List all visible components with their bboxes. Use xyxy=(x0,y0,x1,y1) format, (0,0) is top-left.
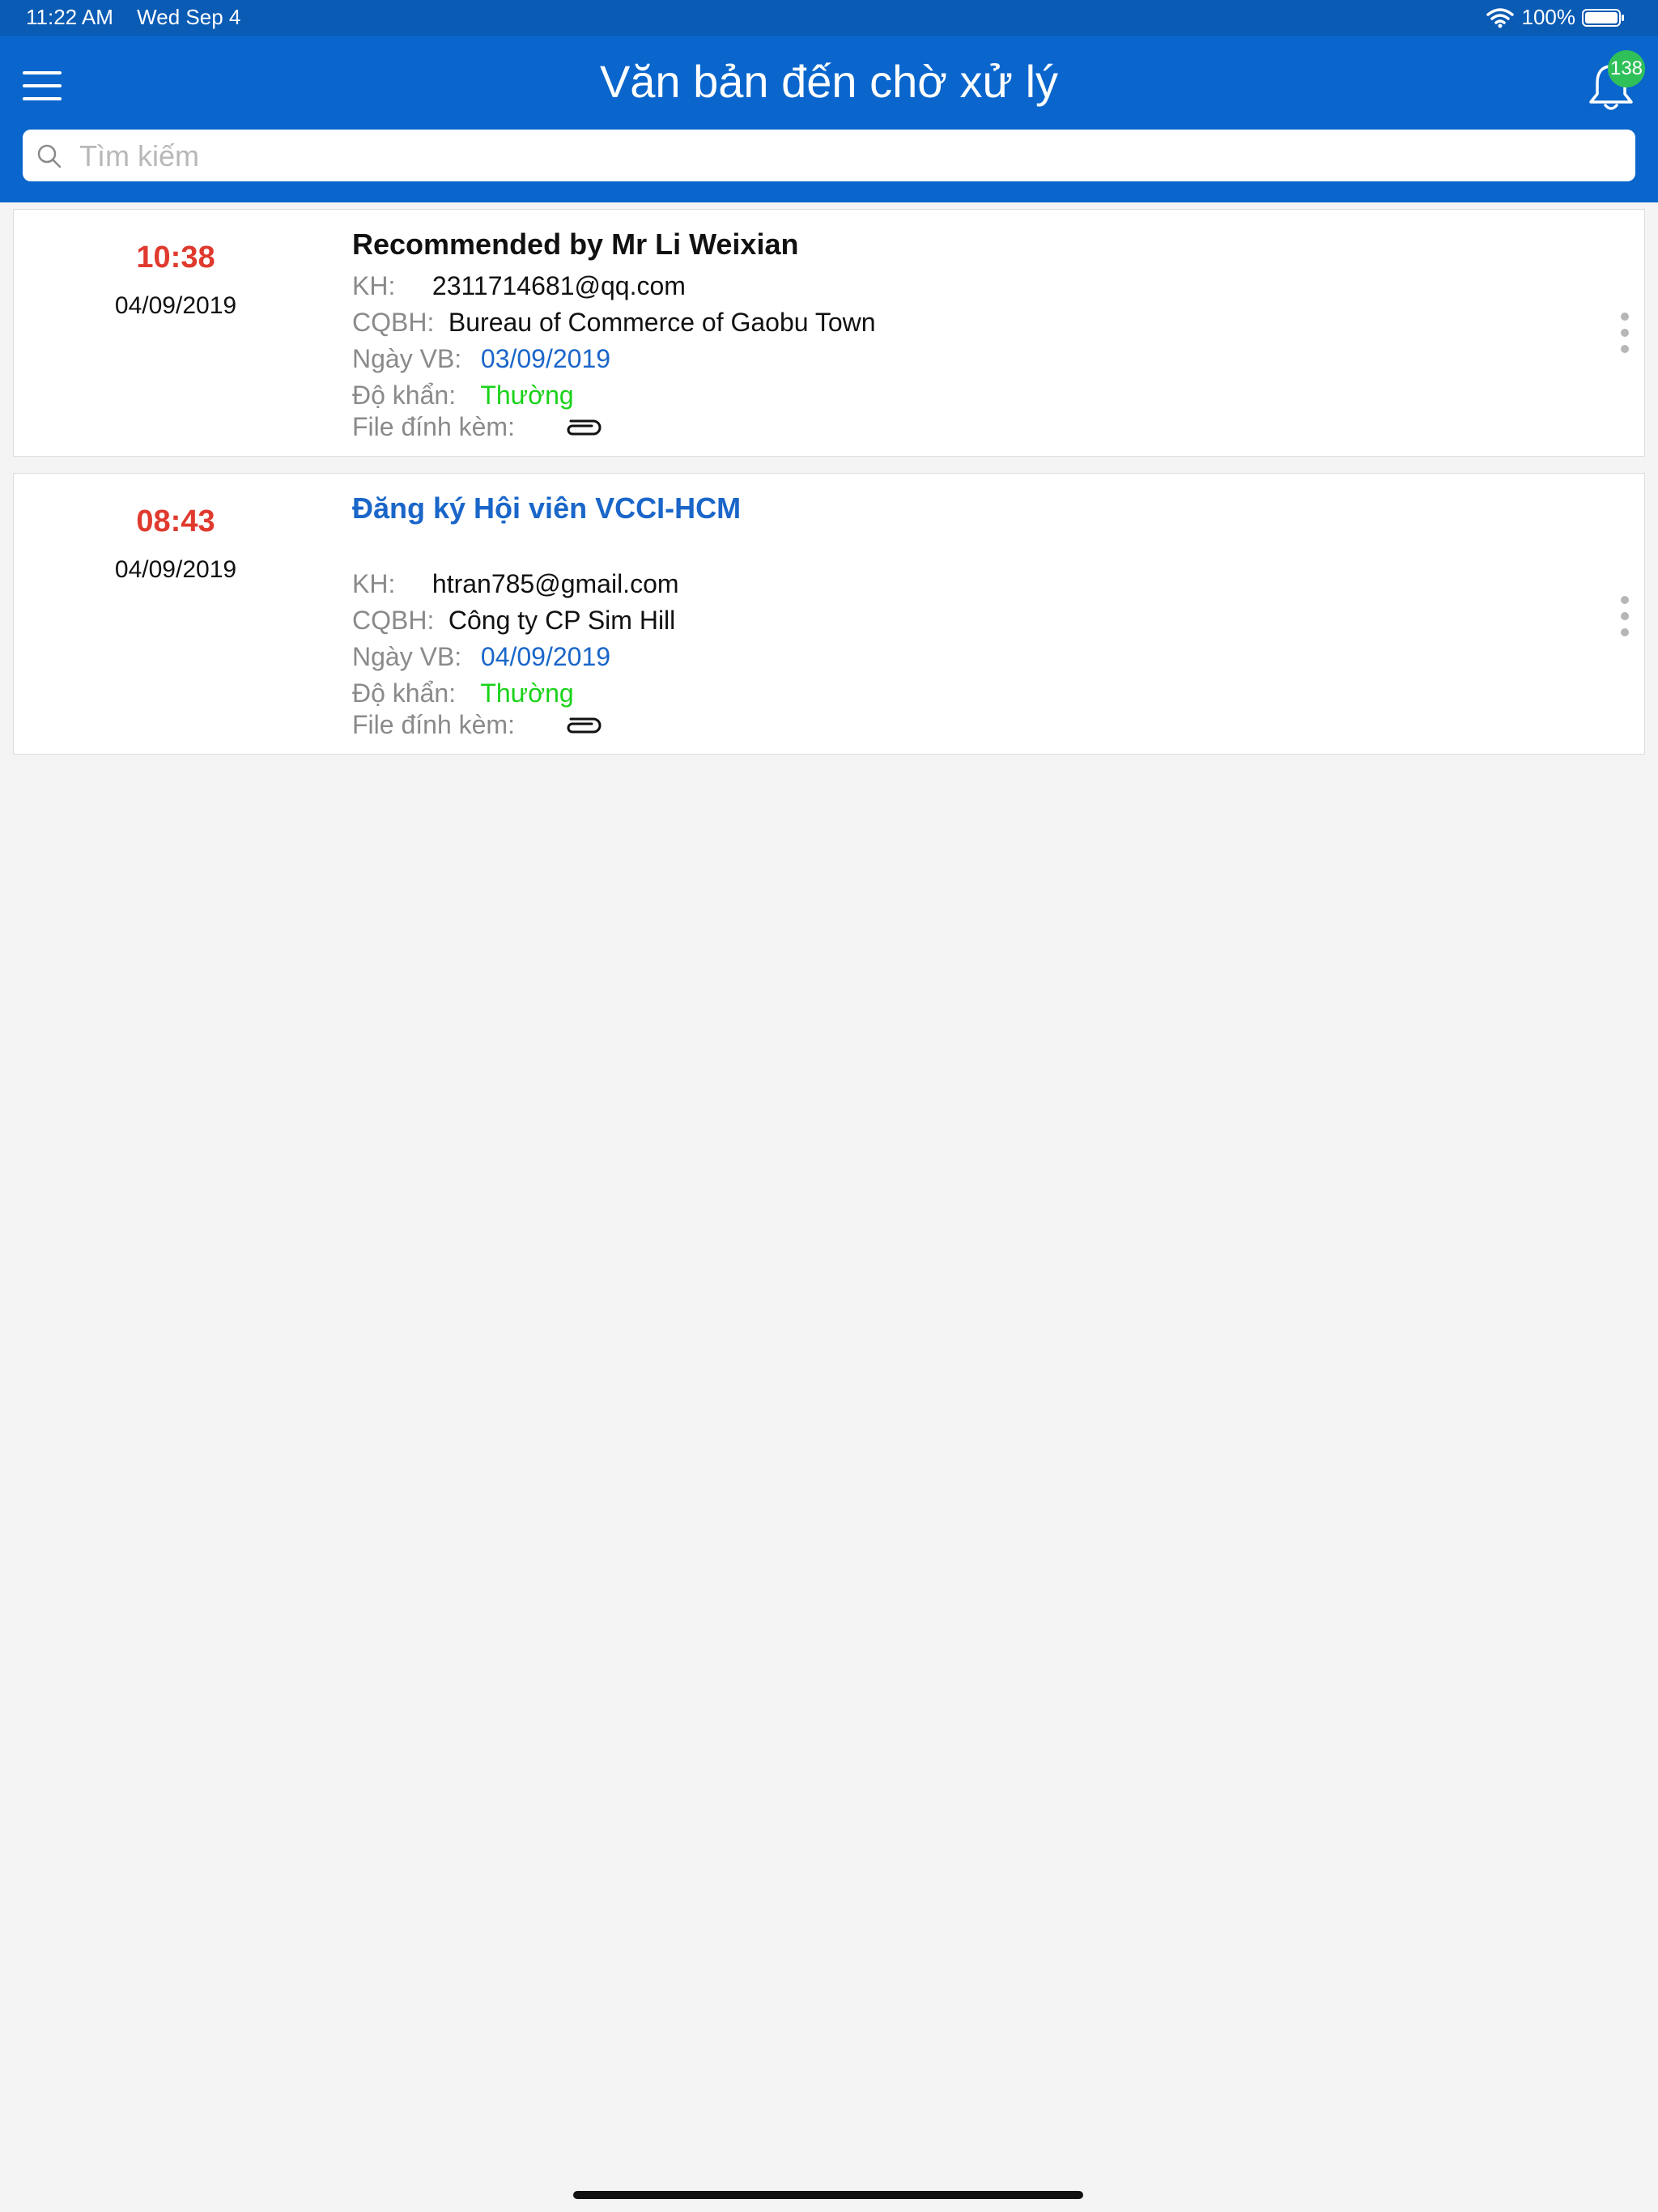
kh-row: KH: 2311714681@qq.com xyxy=(352,271,686,301)
do-khan-value: Thường xyxy=(480,678,574,708)
home-indicator[interactable] xyxy=(573,2191,1083,2199)
search-bar xyxy=(23,130,1635,181)
ngay-vb-label: Ngày VB: xyxy=(352,344,462,373)
do-khan-value: Thường xyxy=(480,381,574,410)
app-header: Văn bản đến chờ xử lý 138 xyxy=(0,36,1658,202)
document-card[interactable]: 10:38 04/09/2019 Recommended by Mr Li We… xyxy=(13,209,1645,457)
document-time: 10:38 xyxy=(136,240,215,274)
kh-label: KH: xyxy=(352,569,396,598)
document-time: 08:43 xyxy=(136,504,215,538)
status-time: 11:22 AM xyxy=(26,5,113,29)
ngay-vb-row: Ngày VB: 03/09/2019 xyxy=(352,344,610,374)
do-khan-label: Độ khẩn: xyxy=(352,381,457,410)
more-options-icon[interactable] xyxy=(1617,308,1633,357)
do-khan-label: Độ khẩn: xyxy=(352,678,457,708)
ngay-vb-row: Ngày VB: 04/09/2019 xyxy=(352,642,610,672)
battery-percent: 100% xyxy=(1521,5,1576,29)
document-subject[interactable]: Đăng ký Hội viên VCCI-HCM xyxy=(352,491,741,525)
ngay-vb-value: 04/09/2019 xyxy=(480,642,611,671)
status-bar: 11:22 AM Wed Sep 4 100% xyxy=(0,0,1658,36)
document-card[interactable]: 08:43 04/09/2019 Đăng ký Hội viên VCCI-H… xyxy=(13,473,1645,755)
cqbh-row: CQBH: Công ty CP Sim Hill xyxy=(352,606,675,636)
cqbh-value: Công ty CP Sim Hill xyxy=(448,606,676,635)
ngay-vb-value: 03/09/2019 xyxy=(480,344,611,373)
search-input[interactable] xyxy=(78,134,1619,178)
cqbh-label: CQBH: xyxy=(352,308,435,337)
document-date: 04/09/2019 xyxy=(114,292,237,319)
document-date: 04/09/2019 xyxy=(114,556,237,583)
cqbh-row: CQBH: Bureau of Commerce of Gaobu Town xyxy=(352,308,876,338)
document-list: 10:38 04/09/2019 Recommended by Mr Li We… xyxy=(13,209,1645,771)
page-title: Văn bản đến chờ xử lý xyxy=(599,56,1059,107)
more-options-icon[interactable] xyxy=(1617,592,1633,640)
do-khan-row: Độ khẩn: Thường xyxy=(352,678,574,708)
cqbh-value: Bureau of Commerce of Gaobu Town xyxy=(448,308,876,337)
paperclip-icon[interactable] xyxy=(563,414,602,444)
status-date: Wed Sep 4 xyxy=(137,5,241,29)
do-khan-row: Độ khẩn: Thường xyxy=(352,381,574,410)
notification-badge: 138 xyxy=(1608,50,1645,87)
status-left: 11:22 AM Wed Sep 4 xyxy=(26,5,258,30)
status-right: 100% xyxy=(1486,5,1626,30)
kh-row: KH: htran785@gmail.com xyxy=(352,569,679,599)
battery-icon xyxy=(1582,8,1626,28)
wifi-icon xyxy=(1486,7,1514,28)
kh-value: htran785@gmail.com xyxy=(432,569,679,598)
paperclip-icon[interactable] xyxy=(563,712,602,742)
file-row: File đính kèm: xyxy=(352,412,602,444)
file-row: File đính kèm: xyxy=(352,710,602,742)
cqbh-label: CQBH: xyxy=(352,606,435,635)
kh-value: 2311714681@qq.com xyxy=(432,271,686,300)
ngay-vb-label: Ngày VB: xyxy=(352,642,462,671)
document-subject: Recommended by Mr Li Weixian xyxy=(352,228,799,261)
search-icon xyxy=(36,143,63,170)
kh-label: KH: xyxy=(352,271,396,300)
file-label: File đính kèm: xyxy=(352,710,515,739)
file-label: File đính kèm: xyxy=(352,412,515,441)
